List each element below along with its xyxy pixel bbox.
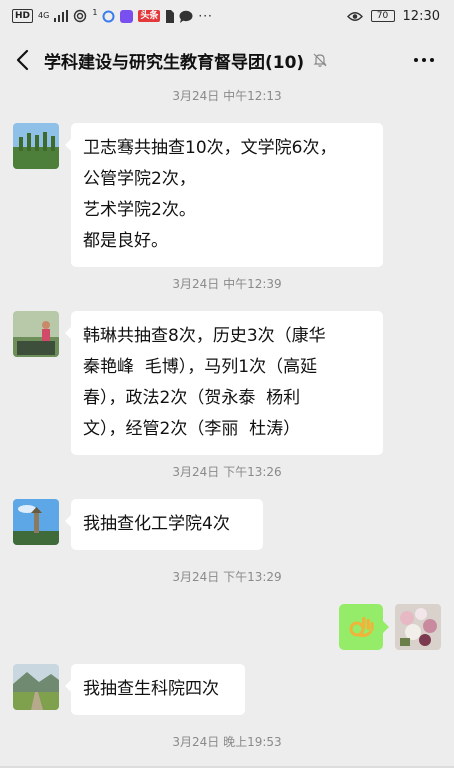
message-text-line: 艺术学院2次。: [83, 200, 196, 220]
notification-dot: 1: [92, 8, 98, 17]
chat-header: 学科建设与研究生教育督导团(10): [0, 32, 454, 88]
app-icon-purple: [120, 9, 134, 23]
message-timestamp: 3月24日 中午12:39: [172, 277, 282, 291]
landscape-trees-avatar: [13, 123, 59, 169]
pagoda-sky-avatar: [13, 499, 59, 545]
message-text-line: 春），政法2次（贺永泰 杨利: [83, 388, 301, 408]
status-left: HD 4G 1 头条 ···: [12, 9, 213, 23]
flowers-avatar: [395, 604, 441, 650]
network-badge: 4G: [38, 11, 50, 20]
status-bar: HD 4G 1 头条 ··· 70 12:30: [0, 0, 454, 32]
message-text-line: 文），经管2次（李丽 杜涛）: [83, 419, 301, 439]
message-text-line: 秦艳峰 毛博），马列1次（高延: [83, 357, 318, 377]
status-right: 70 12:30: [346, 8, 440, 24]
message-text-line: 公管学院2次，: [83, 169, 196, 189]
bell-off-icon: [313, 53, 327, 67]
message-timestamp: 3月24日 中午12:13: [172, 89, 282, 103]
app-icon-blue: [102, 10, 115, 22]
message-text-line: 我抽查化工学院4次: [83, 514, 230, 534]
back-button[interactable]: [0, 32, 44, 88]
chat-title: 学科建设与研究生教育督导团(10): [44, 52, 305, 73]
sender-avatar[interactable]: [13, 499, 59, 545]
message-bubble[interactable]: 我抽查化工学院4次: [65, 499, 263, 550]
hotspot-icon: [74, 9, 87, 23]
message-icon: [179, 10, 193, 23]
outgoing-emoji-bubble[interactable]: [339, 604, 389, 650]
message-bubble[interactable]: 卫志骞共抽查10次，文学院6次， 公管学院2次， 艺术学院2次。 都是良好。: [65, 123, 383, 267]
message-timestamp: 3月24日 下午13:26: [172, 465, 282, 479]
message-bubble[interactable]: 韩琳共抽查8次，历史3次（康华 秦艳峰 毛博），马列1次（高延 春），政法2次（…: [65, 311, 383, 455]
more-notifications-icon: ···: [198, 9, 213, 23]
sender-avatar[interactable]: [13, 664, 59, 710]
message-text-line: 韩琳共抽查8次，历史3次（康华: [83, 326, 326, 346]
app-icon-red: 头条: [138, 10, 161, 22]
person-garden-avatar: [13, 311, 59, 357]
my-avatar[interactable]: [395, 604, 441, 650]
battery-icon: 70: [370, 10, 395, 22]
status-time: 12:30: [402, 8, 440, 24]
sender-avatar[interactable]: [13, 311, 59, 357]
message-timestamp: 3月24日 下午13:29: [172, 570, 282, 584]
message-bubble[interactable]: 我抽查生科院四次: [65, 664, 245, 715]
more-options-button[interactable]: [410, 50, 438, 70]
eye-icon: [346, 11, 363, 21]
mountain-road-avatar: [13, 664, 59, 710]
more-dot: [430, 58, 434, 62]
signal-icon: [54, 10, 69, 22]
message-text-line: 卫志骞共抽查10次，文学院6次，: [83, 138, 337, 158]
message-timestamp: 3月24日 晚上19:53: [172, 735, 282, 749]
more-dot: [422, 58, 426, 62]
chevron-left-icon: [16, 49, 29, 71]
sim-icon: [166, 9, 175, 23]
message-text-line: 都是良好。: [83, 231, 168, 251]
ok-hand-icon: [349, 617, 374, 637]
hd-badge: HD: [12, 9, 34, 23]
message-text-line: 我抽查生科院四次: [83, 679, 219, 699]
more-dot: [414, 58, 418, 62]
sender-avatar[interactable]: [13, 123, 59, 169]
